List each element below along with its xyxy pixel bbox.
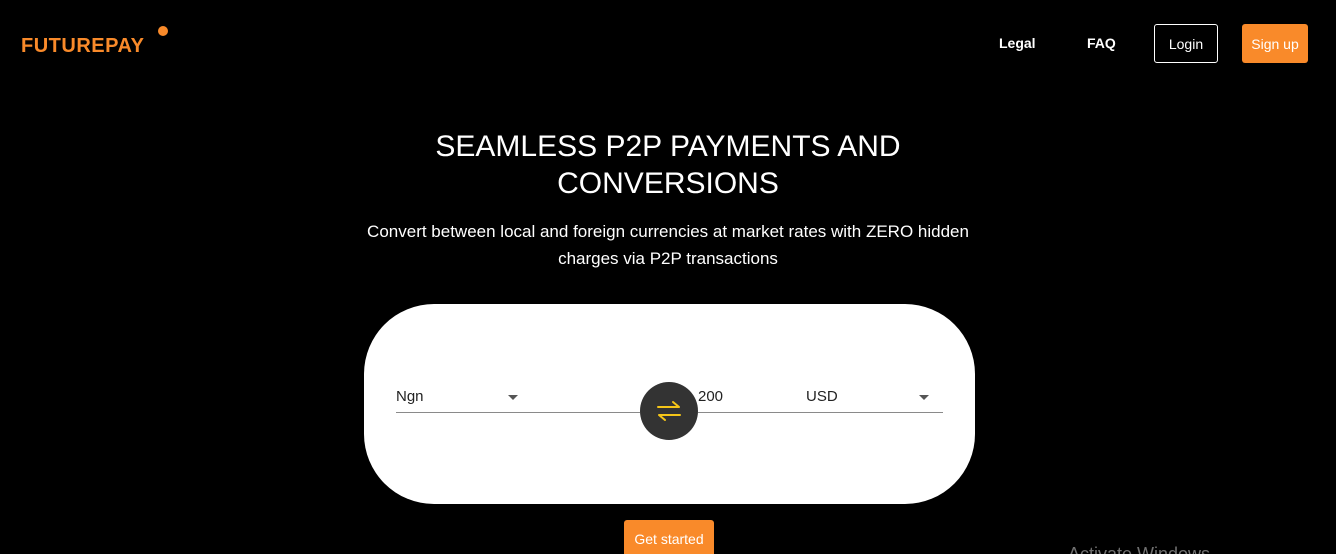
chevron-down-icon[interactable] [919, 395, 929, 400]
hero-subtitle: Convert between local and foreign curren… [318, 218, 1018, 272]
landing-page: FUTUREPAY Legal FAQ Login Sign up SEAMLE… [0, 0, 1336, 554]
nav-faq-link[interactable]: FAQ [1087, 35, 1116, 51]
logo-dot [158, 26, 168, 36]
converter-card: Ngn 200 USD [364, 304, 975, 504]
login-button[interactable]: Login [1154, 24, 1218, 63]
hero-subtitle-line1: Convert between local and foreign curren… [367, 222, 969, 241]
amount-currency-field[interactable]: 200 USD [698, 382, 943, 413]
from-currency-value: Ngn [396, 388, 424, 405]
swap-currencies-button[interactable] [640, 382, 698, 440]
hero-title-line2: CONVERSIONS [557, 167, 779, 200]
chevron-down-icon[interactable] [508, 395, 518, 400]
nav-legal-link[interactable]: Legal [999, 35, 1036, 51]
signup-button[interactable]: Sign up [1242, 24, 1308, 63]
get-started-button[interactable]: Get started [624, 520, 714, 554]
hero-title-line1: SEAMLESS P2P PAYMENTS AND [435, 130, 901, 163]
swap-arrows-icon [657, 401, 681, 421]
to-currency-value[interactable]: USD [806, 388, 838, 405]
windows-activation-watermark: Activate Windows [1068, 544, 1211, 554]
amount-input[interactable]: 200 [698, 388, 723, 405]
hero-title: SEAMLESS P2P PAYMENTS AND CONVERSIONS [368, 128, 968, 202]
brand-logo[interactable]: FUTUREPAY [21, 35, 144, 58]
hero-subtitle-line2: charges via P2P transactions [558, 249, 778, 268]
from-currency-select[interactable]: Ngn [396, 382, 640, 413]
